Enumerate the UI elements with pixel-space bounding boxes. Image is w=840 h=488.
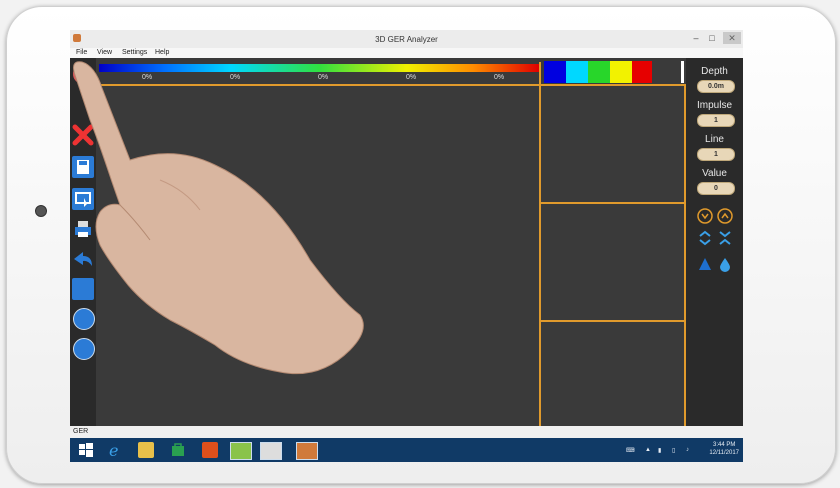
keyboard-icon[interactable]: ⌨ [626,447,635,454]
camera-dot [35,205,47,217]
volume-icon[interactable]: ♪ [686,447,689,453]
scroll-marker [681,61,684,83]
split-divider [539,62,541,426]
line-value: 1 [697,148,735,161]
swatch-red [632,61,652,83]
minimize-button[interactable]: – [689,32,703,44]
impulse-value: 1 [697,114,735,127]
scale-percent-4: 0% [406,74,417,81]
chevron-up-circle-icon[interactable] [717,208,733,224]
radar-icon[interactable] [73,64,93,84]
clock-time: 3:44 PM [713,442,736,448]
internet-explorer-icon[interactable]: e [108,441,124,460]
close-button[interactable]: ✕ [723,32,741,44]
app-screen: 3D GER Analyzer – □ ✕ File View Settings… [70,30,743,462]
panel-divider-2 [541,320,686,322]
clock-date: 12/11/2017 [709,450,739,456]
swatch-cyan [566,61,588,83]
file-explorer-icon[interactable] [138,442,154,458]
printer-icon[interactable] [72,218,94,240]
left-toolbar [70,58,96,426]
depth-value: 0.0m [697,80,735,93]
menu-help[interactable]: Help [155,48,169,58]
analyzer-taskbar-icon[interactable] [296,442,318,460]
store-icon[interactable] [170,442,186,458]
swatch-yellow [610,61,632,83]
window-cursor-icon[interactable] [72,188,94,210]
scale-percent-1: 0% [142,74,153,81]
undo-icon[interactable] [72,248,94,270]
close-icon[interactable] [72,124,94,146]
depth-label: Depth [701,66,728,77]
zoom-out-icon[interactable] [73,338,95,360]
maximize-button[interactable]: □ [705,32,719,44]
value-label: Value [702,168,727,179]
zoom-in-icon[interactable] [73,308,95,330]
battery-icon[interactable]: ▯ [672,447,675,454]
office-icon[interactable] [202,442,218,458]
menu-file[interactable]: File [76,48,87,58]
window-title: 3D GER Analyzer [375,35,438,44]
tray-arrow-icon[interactable]: ▲ [645,447,651,453]
taskbar-clock[interactable]: 3:44 PM 12/11/2017 [709,441,739,457]
expand-vertical-icon[interactable] [697,230,713,246]
svg-text:e: e [109,442,118,458]
swatch-blue [544,61,566,83]
scale-percent-5: 0% [494,74,505,81]
main-canvas[interactable]: 0% 0% 0% 0% 0% [96,58,686,426]
scale-percent-2: 0% [230,74,241,81]
collapse-vertical-icon[interactable] [717,230,733,246]
impulse-label: Impulse [696,100,732,111]
menu-settings[interactable]: Settings [122,48,147,58]
blank-icon[interactable] [72,278,94,300]
app-c-icon-2[interactable] [260,442,282,460]
value-value: 0 [697,182,735,195]
windows-taskbar: e ⌨ ▲ ▮ ▯ ♪ 3:44 PM 12/11/2017 [70,438,743,462]
drop-icon[interactable] [717,256,733,272]
network-icon[interactable]: ▮ [658,447,661,454]
color-scale-bar [99,64,539,72]
right-panel: Depth 0.0m Impulse 1 Line 1 Value 0 [686,58,743,426]
chevron-down-circle-icon[interactable] [697,208,713,224]
menu-view[interactable]: View [97,48,112,58]
panel-divider-1 [541,202,686,204]
line-label: Line [705,134,724,145]
scale-percent-3: 0% [318,74,329,81]
top-divider [99,84,686,86]
windows-start-icon[interactable] [78,442,94,458]
status-bar: GER [70,426,743,438]
title-bar: 3D GER Analyzer – □ ✕ [70,30,743,48]
triangle-up-icon[interactable] [697,256,713,272]
menu-bar: File View Settings Help [70,48,743,58]
swatch-green [588,61,610,83]
app-c-icon-1[interactable] [230,442,252,460]
save-icon[interactable] [72,156,94,178]
